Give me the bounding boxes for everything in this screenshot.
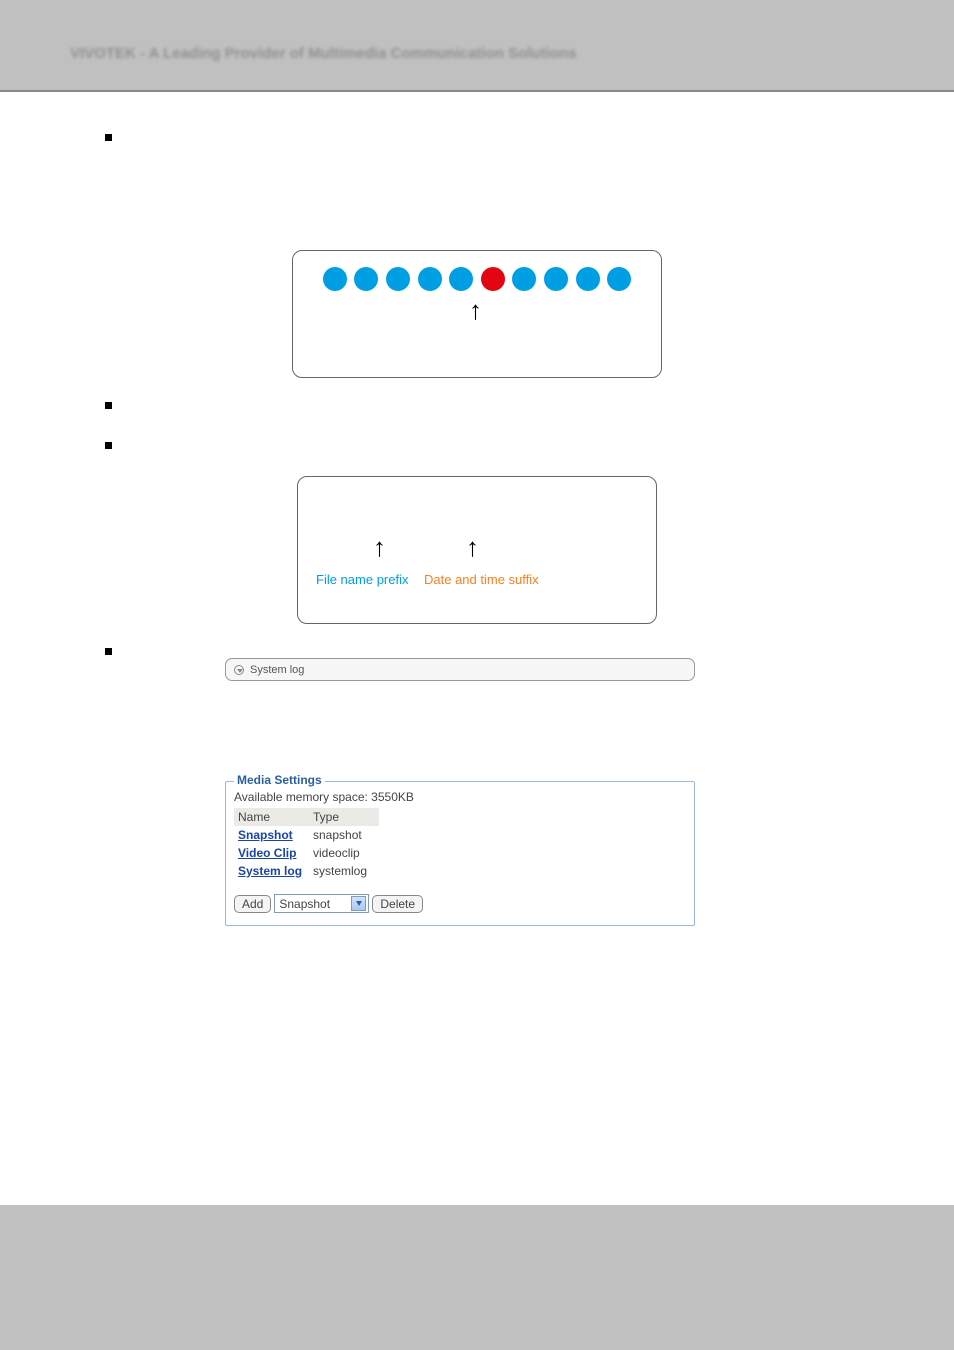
add-button[interactable]: Add — [234, 895, 271, 913]
available-memory: Available memory space: 3550KB — [234, 790, 686, 804]
media-type: snapshot — [309, 826, 379, 844]
table-row: Video Clip videoclip — [234, 844, 379, 862]
table-row: System log systemlog — [234, 862, 379, 880]
arrow-up-icon: ↑ — [373, 532, 386, 563]
pre-dot — [449, 267, 473, 291]
arrow-up-icon: ↑ — [469, 295, 482, 326]
post-dot — [544, 267, 568, 291]
media-select[interactable]: Snapshot — [274, 894, 369, 913]
system-log-label: System log — [250, 664, 304, 676]
table-row: Snapshot snapshot — [234, 826, 379, 844]
media-link-systemlog[interactable]: System log — [238, 864, 302, 878]
bullet-icon — [105, 134, 112, 141]
page-footer — [0, 1205, 954, 1350]
post-dot — [512, 267, 536, 291]
fig1-caption: Trigger frame — [293, 325, 661, 339]
bullet-4: . — [70, 644, 884, 664]
bullet-1: ..... — [70, 130, 884, 230]
bullet-icon — [105, 648, 112, 655]
label-prefix: File name prefix — [316, 572, 408, 587]
event-dots — [293, 267, 661, 291]
post-dot — [607, 267, 631, 291]
arrow-up-icon: ↑ — [466, 532, 479, 563]
pre-dot — [323, 267, 347, 291]
banner-title: VIVOTEK - A Leading Provider of Multimed… — [70, 45, 576, 62]
bullet-2: . — [70, 398, 884, 418]
label-suffix: Date and time suffix — [424, 572, 539, 587]
chevron-down-icon — [234, 665, 244, 675]
pre-dot — [354, 267, 378, 291]
col-name: Name — [234, 808, 309, 826]
media-type: systemlog — [309, 862, 379, 880]
media-select-value: Snapshot — [279, 897, 330, 911]
pre-dot — [386, 267, 410, 291]
media-settings-panel: Media Settings Available memory space: 3… — [225, 781, 695, 926]
trigger-dot — [481, 267, 505, 291]
chevron-down-icon — [351, 896, 366, 911]
filename-diagram: Snapshot_20080104_100341 ↑ ↑ File name p… — [297, 476, 657, 624]
pre-post-diagram: ↑ Trigger frame — [292, 250, 662, 378]
pre-dot — [418, 267, 442, 291]
media-link-videoclip[interactable]: Video Clip — [238, 846, 296, 860]
bullet-3: . — [70, 438, 884, 458]
page-banner: VIVOTEK - A Leading Provider of Multimed… — [0, 0, 954, 90]
media-link-snapshot[interactable]: Snapshot — [238, 828, 293, 842]
media-table: Name Type Snapshot snapshot Video Clip v… — [234, 808, 379, 880]
filename-example: Snapshot_20080104_100341 — [298, 493, 656, 509]
media-type: videoclip — [309, 844, 379, 862]
delete-button[interactable]: Delete — [372, 895, 423, 913]
col-type: Type — [309, 808, 379, 826]
media-settings-legend: Media Settings — [234, 773, 325, 787]
bullet-icon — [105, 402, 112, 409]
bullet-icon — [105, 442, 112, 449]
post-dot — [576, 267, 600, 291]
